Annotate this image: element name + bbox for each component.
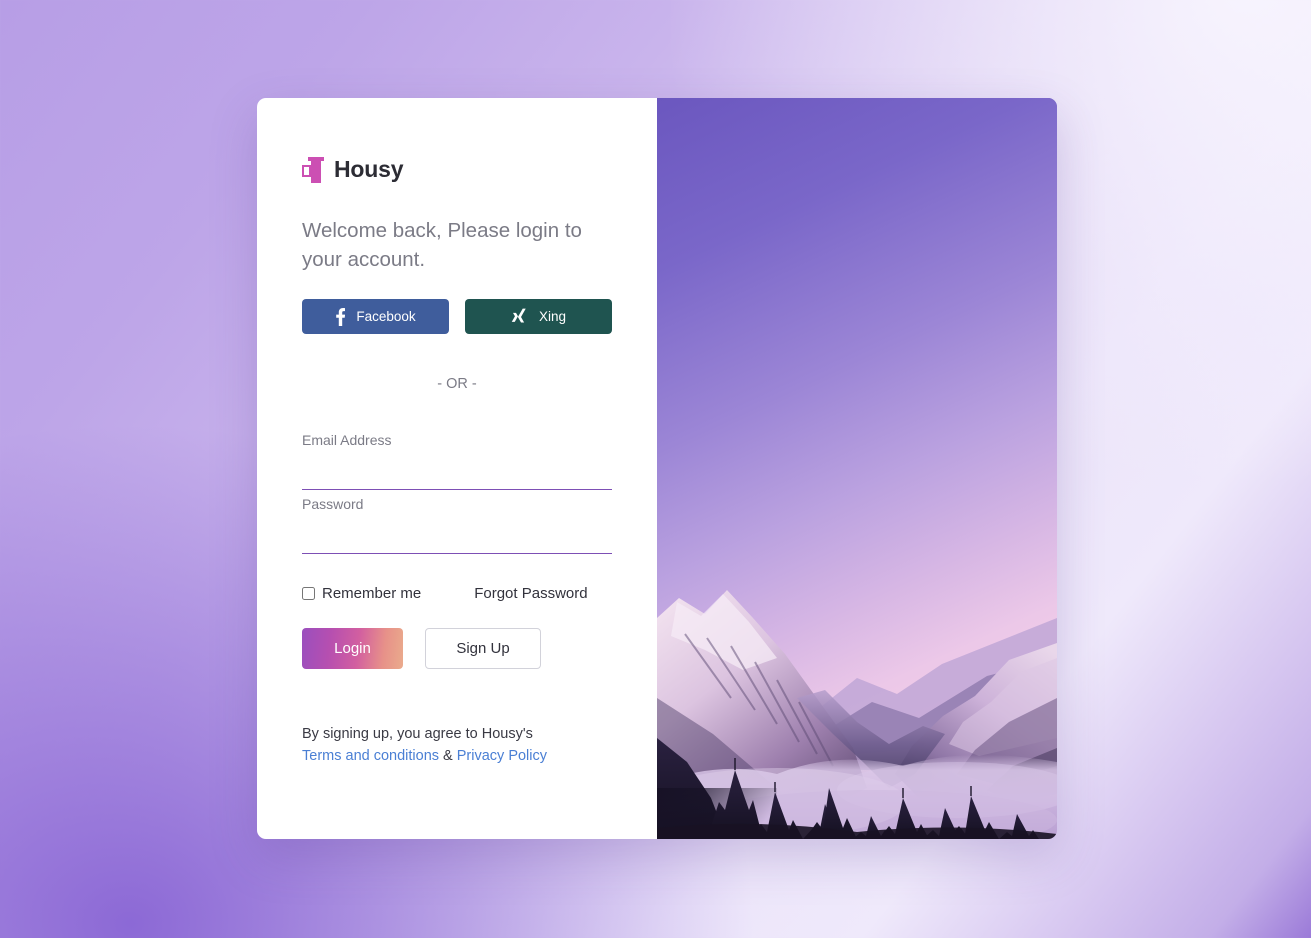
legal-text: By signing up, you agree to Housy's Term… xyxy=(302,723,612,767)
housy-logo-icon xyxy=(302,156,324,183)
xing-login-label: Xing xyxy=(538,309,567,324)
form-actions: Login Sign Up xyxy=(302,628,612,669)
forgot-password-link[interactable]: Forgot Password xyxy=(474,585,587,602)
signup-button[interactable]: Sign Up xyxy=(425,628,541,669)
privacy-policy-link[interactable]: Privacy Policy xyxy=(457,748,547,764)
facebook-icon xyxy=(335,307,346,326)
remember-me-label: Remember me xyxy=(322,585,422,602)
or-divider: - OR - xyxy=(437,376,477,392)
legal-separator: & xyxy=(443,748,453,764)
remember-me-control[interactable]: Remember me xyxy=(302,585,421,602)
social-login-row: Facebook Xing xyxy=(302,299,612,334)
login-card: Housy Welcome back, Please login to your… xyxy=(257,98,1057,839)
email-input[interactable] xyxy=(302,448,612,490)
hero-image-pane xyxy=(657,98,1057,839)
form-options-row: Remember me Forgot Password xyxy=(302,585,612,602)
terms-and-conditions-link[interactable]: Terms and conditions xyxy=(302,748,439,764)
facebook-login-button[interactable]: Facebook xyxy=(302,299,449,334)
password-label: Password xyxy=(302,496,364,512)
xing-icon xyxy=(511,308,528,325)
password-field-group: Password xyxy=(302,496,612,554)
password-input[interactable] xyxy=(302,512,612,554)
remember-me-checkbox[interactable] xyxy=(302,587,315,600)
mountain-valley-illustration xyxy=(657,98,1057,839)
legal-prefix: By signing up, you agree to Housy's xyxy=(302,726,533,742)
email-field-group: Email Address xyxy=(302,432,612,490)
xing-login-button[interactable]: Xing xyxy=(465,299,612,334)
login-button[interactable]: Login xyxy=(302,628,403,669)
welcome-heading: Welcome back, Please login to your accou… xyxy=(302,219,582,271)
login-form-pane: Housy Welcome back, Please login to your… xyxy=(257,98,657,839)
brand-name: Housy xyxy=(334,156,404,182)
facebook-login-label: Facebook xyxy=(356,309,416,324)
brand: Housy xyxy=(302,156,612,183)
email-label: Email Address xyxy=(302,432,392,448)
